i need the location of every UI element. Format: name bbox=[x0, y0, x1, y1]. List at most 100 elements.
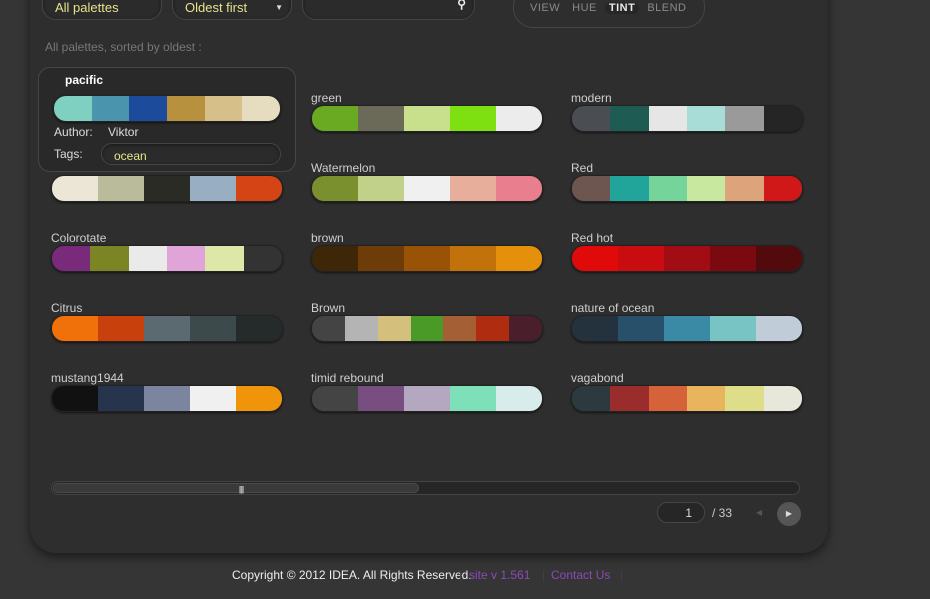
popup-palette-bar[interactable] bbox=[53, 95, 281, 122]
color-swatch[interactable] bbox=[98, 386, 144, 411]
color-swatch[interactable] bbox=[129, 96, 168, 121]
color-swatch[interactable] bbox=[710, 246, 756, 271]
color-swatch[interactable] bbox=[204, 96, 243, 121]
color-swatch[interactable] bbox=[496, 176, 542, 201]
palette-name[interactable]: timid rebound bbox=[311, 371, 543, 385]
palette-name[interactable]: Red hot bbox=[571, 231, 803, 245]
palette-item[interactable]: green bbox=[311, 91, 543, 132]
color-swatch[interactable] bbox=[496, 386, 542, 411]
mode-hue-tab[interactable]: HUE bbox=[568, 2, 601, 14]
color-swatch[interactable] bbox=[686, 106, 726, 131]
color-swatch[interactable] bbox=[610, 176, 649, 201]
color-swatch[interactable] bbox=[710, 316, 756, 341]
palette-bar[interactable] bbox=[51, 245, 283, 272]
color-swatch[interactable] bbox=[52, 246, 91, 271]
color-swatch[interactable] bbox=[664, 246, 710, 271]
palette-bar[interactable] bbox=[51, 315, 283, 342]
palette-name[interactable]: Brown bbox=[311, 301, 543, 315]
palette-name[interactable]: mustang1944 bbox=[51, 371, 283, 385]
color-swatch[interactable] bbox=[312, 246, 358, 271]
color-swatch[interactable] bbox=[572, 316, 618, 341]
contact-us-link[interactable]: Contact Us bbox=[551, 568, 610, 582]
color-swatch[interactable] bbox=[377, 316, 411, 341]
color-swatch[interactable] bbox=[618, 246, 664, 271]
palette-item[interactable]: nature of ocean bbox=[571, 301, 803, 342]
color-swatch[interactable] bbox=[236, 386, 282, 411]
color-swatch[interactable] bbox=[190, 316, 236, 341]
color-swatch[interactable] bbox=[572, 106, 611, 131]
search-input[interactable]: ⚲ bbox=[302, 0, 475, 20]
color-swatch[interactable] bbox=[443, 316, 477, 341]
color-swatch[interactable] bbox=[312, 106, 358, 131]
color-swatch[interactable] bbox=[358, 246, 404, 271]
color-swatch[interactable] bbox=[242, 96, 280, 121]
palette-item[interactable]: mustang1944 bbox=[51, 371, 283, 412]
color-swatch[interactable] bbox=[496, 106, 542, 131]
color-swatch[interactable] bbox=[52, 386, 98, 411]
color-swatch[interactable] bbox=[54, 96, 92, 121]
color-swatch[interactable] bbox=[205, 246, 244, 271]
color-swatch[interactable] bbox=[496, 246, 542, 271]
palette-name[interactable]: brown bbox=[311, 231, 543, 245]
color-swatch[interactable] bbox=[190, 176, 236, 201]
color-swatch[interactable] bbox=[686, 386, 726, 411]
palette-item[interactable]: brown bbox=[311, 231, 543, 272]
site-version-link[interactable]: site v 1.561 bbox=[469, 568, 530, 582]
color-swatch[interactable] bbox=[344, 316, 378, 341]
color-swatch[interactable] bbox=[618, 316, 664, 341]
color-swatch[interactable] bbox=[450, 176, 496, 201]
color-swatch[interactable] bbox=[509, 316, 542, 341]
color-swatch[interactable] bbox=[190, 386, 236, 411]
color-swatch[interactable] bbox=[756, 316, 802, 341]
palette-name[interactable]: modern bbox=[571, 91, 803, 105]
palette-item[interactable]: Citrus bbox=[51, 301, 283, 342]
color-swatch[interactable] bbox=[648, 386, 687, 411]
color-swatch[interactable] bbox=[52, 176, 98, 201]
color-swatch[interactable] bbox=[610, 106, 649, 131]
palette-bar[interactable] bbox=[571, 245, 803, 272]
color-swatch[interactable] bbox=[90, 246, 129, 271]
palette-bar[interactable] bbox=[311, 105, 543, 132]
palette-bar[interactable] bbox=[311, 385, 543, 412]
sort-dropdown[interactable]: Oldest first ▼ bbox=[172, 0, 292, 20]
palette-bar[interactable] bbox=[571, 385, 803, 412]
color-swatch[interactable] bbox=[756, 246, 802, 271]
palette-name[interactable]: green bbox=[311, 91, 543, 105]
palette-detail-popup[interactable]: pacific Author: Viktor Tags: ocean bbox=[38, 67, 296, 172]
color-swatch[interactable] bbox=[404, 386, 450, 411]
palette-bar[interactable] bbox=[571, 315, 803, 342]
palette-name[interactable]: Watermelon bbox=[311, 161, 543, 175]
search-icon[interactable]: ⚲ bbox=[457, 0, 466, 11]
color-swatch[interactable] bbox=[144, 316, 190, 341]
palette-item[interactable]: modern bbox=[571, 91, 803, 132]
palette-name[interactable]: vagabond bbox=[571, 371, 803, 385]
color-swatch[interactable] bbox=[312, 316, 345, 341]
color-swatch[interactable] bbox=[725, 106, 764, 131]
palette-item[interactable]: Colorotate bbox=[51, 231, 283, 272]
palette-name[interactable]: Colorotate bbox=[51, 231, 283, 245]
palette-bar[interactable] bbox=[51, 175, 283, 202]
color-swatch[interactable] bbox=[404, 106, 450, 131]
palette-item[interactable]: vagabond bbox=[571, 371, 803, 412]
palette-item[interactable]: timid rebound bbox=[311, 371, 543, 412]
mode-tint-tab[interactable]: TINT bbox=[604, 2, 640, 14]
palette-bar[interactable] bbox=[571, 175, 803, 202]
color-swatch[interactable] bbox=[410, 316, 444, 341]
color-swatch[interactable] bbox=[572, 386, 611, 411]
horizontal-scrollbar[interactable]: |||| bbox=[51, 481, 800, 495]
color-swatch[interactable] bbox=[128, 246, 167, 271]
palette-name[interactable]: Red bbox=[571, 161, 803, 175]
color-swatch[interactable] bbox=[476, 316, 510, 341]
color-swatch[interactable] bbox=[52, 316, 98, 341]
color-swatch[interactable] bbox=[144, 386, 190, 411]
palette-name[interactable]: nature of ocean bbox=[571, 301, 803, 315]
color-swatch[interactable] bbox=[312, 386, 358, 411]
color-swatch[interactable] bbox=[763, 106, 802, 131]
palette-bar[interactable] bbox=[311, 315, 543, 342]
color-swatch[interactable] bbox=[572, 176, 611, 201]
color-swatch[interactable] bbox=[450, 246, 496, 271]
color-swatch[interactable] bbox=[404, 176, 450, 201]
color-swatch[interactable] bbox=[725, 176, 764, 201]
mode-view-tab[interactable]: VIEW bbox=[526, 2, 564, 14]
palette-set-dropdown[interactable]: All palettes bbox=[42, 0, 162, 20]
